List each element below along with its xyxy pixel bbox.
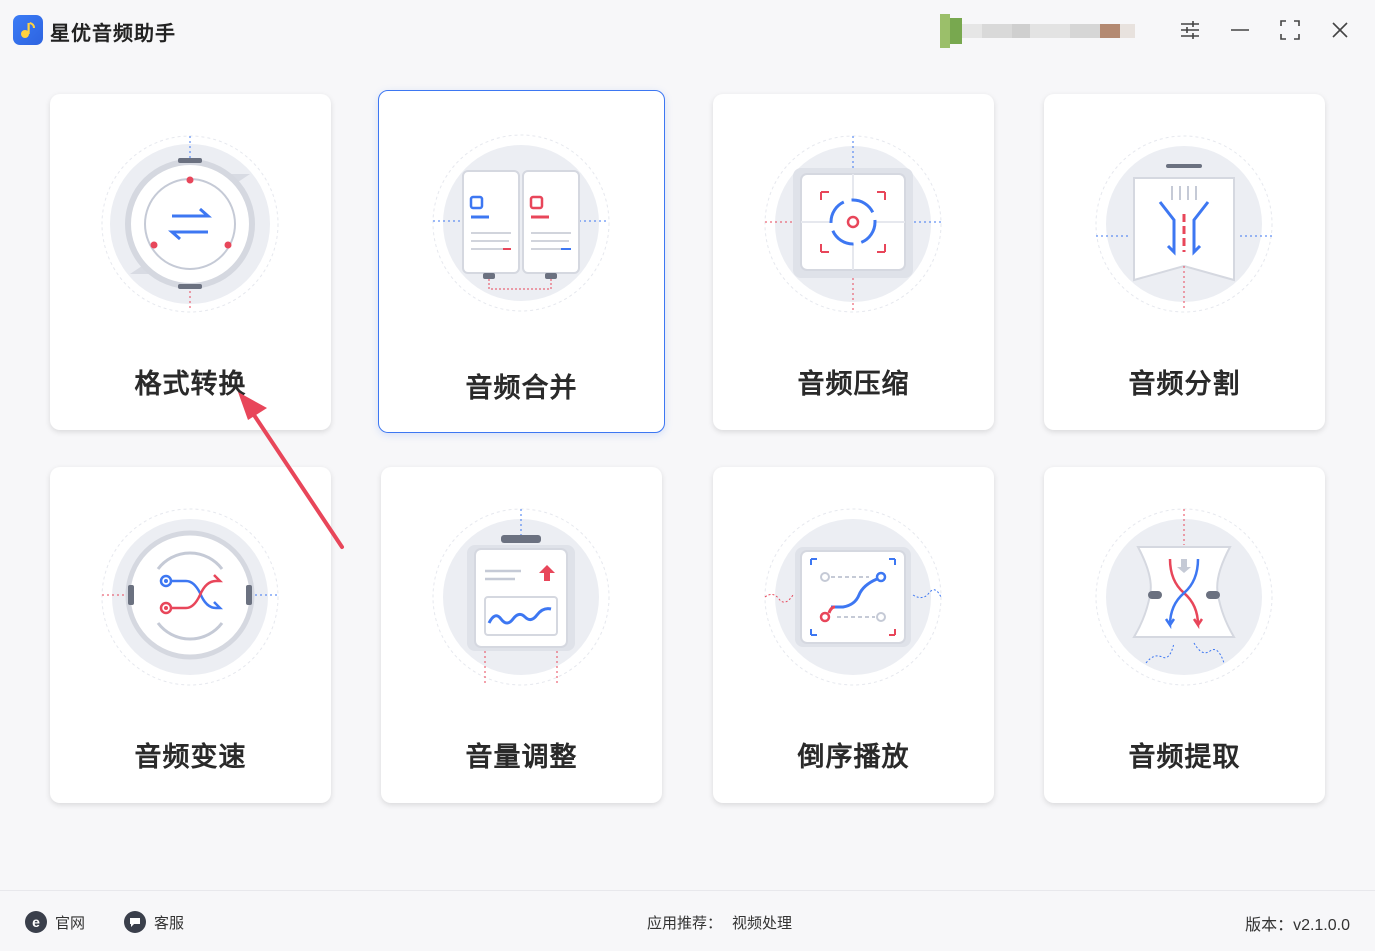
card-audio-extract[interactable]: 音频提取 bbox=[1044, 467, 1325, 803]
version-text: 版本：v2.1.0.0 bbox=[1245, 917, 1350, 934]
card-format-convert[interactable]: 格式转换 bbox=[50, 94, 331, 430]
browser-icon: e bbox=[25, 911, 47, 933]
title-bar: 星优音频助手 bbox=[0, 0, 1375, 60]
card-label: 音频提取 bbox=[1128, 742, 1241, 772]
card-audio-merge[interactable]: 音频合并 bbox=[378, 90, 665, 433]
chat-icon bbox=[124, 911, 146, 933]
format-convert-icon bbox=[101, 135, 279, 313]
app-title: 星优音频助手 bbox=[50, 23, 176, 45]
close-icon[interactable] bbox=[1325, 15, 1355, 45]
card-reverse-play[interactable]: 倒序播放 bbox=[713, 467, 994, 803]
volume-adjust-icon bbox=[432, 508, 610, 686]
maximize-icon[interactable] bbox=[1275, 15, 1305, 45]
app-recommend: 应用推荐： 视频处理 bbox=[647, 912, 792, 933]
audio-compress-icon bbox=[764, 135, 942, 313]
card-audio-speed[interactable]: 音频变速 bbox=[50, 467, 331, 803]
card-label: 倒序播放 bbox=[797, 742, 910, 772]
card-volume-adjust[interactable]: 音量调整 bbox=[381, 467, 662, 803]
card-label: 音频压缩 bbox=[797, 369, 910, 399]
app-logo-icon bbox=[13, 15, 43, 45]
card-label: 格式转换 bbox=[134, 369, 247, 399]
reverse-play-icon bbox=[764, 508, 942, 686]
card-audio-compress[interactable]: 音频压缩 bbox=[713, 94, 994, 430]
card-audio-split[interactable]: 音频分割 bbox=[1044, 94, 1325, 430]
recommend-label: 应用推荐： bbox=[647, 915, 723, 932]
audio-extract-icon bbox=[1095, 508, 1273, 686]
settings-icon[interactable] bbox=[1175, 15, 1205, 45]
video-processing-link[interactable]: 视频处理 bbox=[732, 915, 792, 932]
audio-split-icon bbox=[1095, 135, 1273, 313]
user-avatar[interactable] bbox=[940, 14, 1155, 48]
support-link[interactable]: 客服 bbox=[124, 911, 184, 933]
audio-merge-icon bbox=[432, 134, 610, 312]
card-label: 音量调整 bbox=[465, 742, 578, 772]
footer: e 官网 客服 应用推荐： 视频处理 版本：v2.1.0.0 bbox=[0, 890, 1375, 951]
card-label: 音频合并 bbox=[465, 373, 578, 403]
card-label: 音频变速 bbox=[134, 742, 247, 772]
minimize-icon[interactable] bbox=[1225, 15, 1255, 45]
website-link[interactable]: e 官网 bbox=[25, 911, 85, 933]
audio-speed-icon bbox=[101, 508, 279, 686]
card-label: 音频分割 bbox=[1128, 369, 1241, 399]
